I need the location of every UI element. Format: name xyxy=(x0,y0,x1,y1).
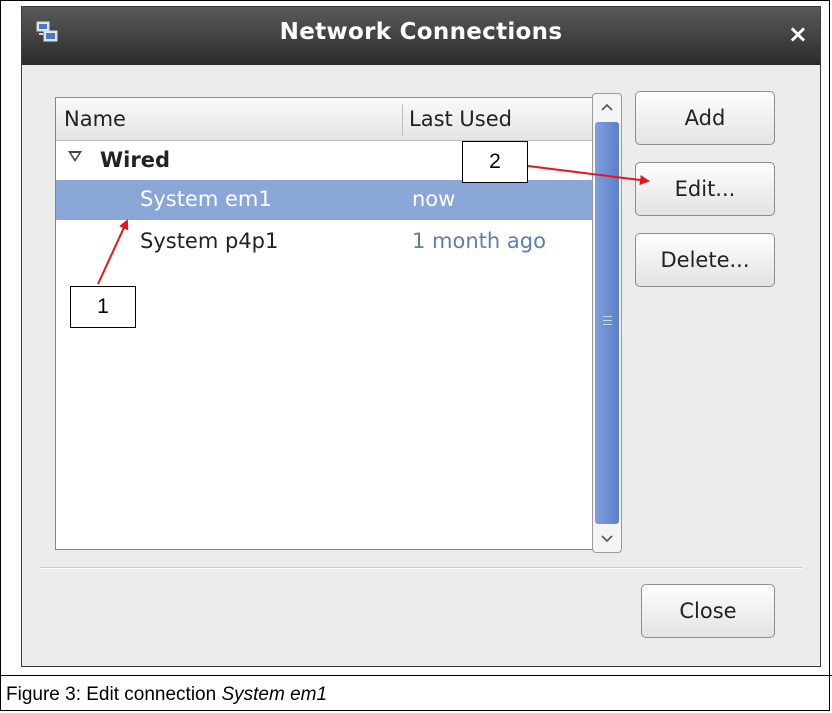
connection-name: System p4p1 xyxy=(140,229,279,253)
button-divider xyxy=(40,567,802,569)
column-header-last-used[interactable]: Last Used xyxy=(409,107,512,131)
column-separator xyxy=(402,104,403,136)
scrollbar-thumb[interactable] xyxy=(595,122,619,524)
figure-caption: Figure 3: Edit connection System em1 xyxy=(6,684,327,706)
caption-separator xyxy=(0,675,832,676)
callout-2: 2 xyxy=(462,141,528,183)
connection-name: System em1 xyxy=(140,187,272,211)
group-label: Wired xyxy=(100,148,170,172)
window-title: Network Connections xyxy=(279,19,563,45)
column-header-name[interactable]: Name xyxy=(64,107,126,131)
connection-last-used: 1 month ago xyxy=(412,229,546,253)
network-connections-window: Network Connections × Name Last Used Wir… xyxy=(21,6,821,667)
close-button[interactable]: Close xyxy=(641,584,775,638)
scroll-up-arrow-icon[interactable] xyxy=(595,96,619,120)
connection-row-system-em1[interactable]: System em1 now xyxy=(56,180,612,220)
caption-prefix: Figure 3: Edit connection xyxy=(6,684,222,705)
delete-button[interactable]: Delete... xyxy=(635,233,775,287)
expander-triangle-icon[interactable] xyxy=(68,151,82,162)
connection-row-system-p4p1[interactable]: System p4p1 1 month ago xyxy=(56,222,612,262)
title-bar: Network Connections × xyxy=(22,7,820,65)
caption-emphasis: System em1 xyxy=(221,684,328,705)
list-scrollbar[interactable] xyxy=(592,93,622,553)
scroll-down-arrow-icon[interactable] xyxy=(595,526,619,550)
list-header: Name Last Used xyxy=(56,98,612,141)
add-button[interactable]: Add xyxy=(635,91,775,145)
scrollbar-grip-icon xyxy=(603,316,612,328)
edit-button[interactable]: Edit... xyxy=(635,162,775,216)
group-row-wired[interactable]: Wired xyxy=(56,140,612,180)
connection-last-used: now xyxy=(412,187,456,211)
callout-1: 1 xyxy=(70,286,136,328)
window-close-button[interactable]: × xyxy=(788,22,808,46)
